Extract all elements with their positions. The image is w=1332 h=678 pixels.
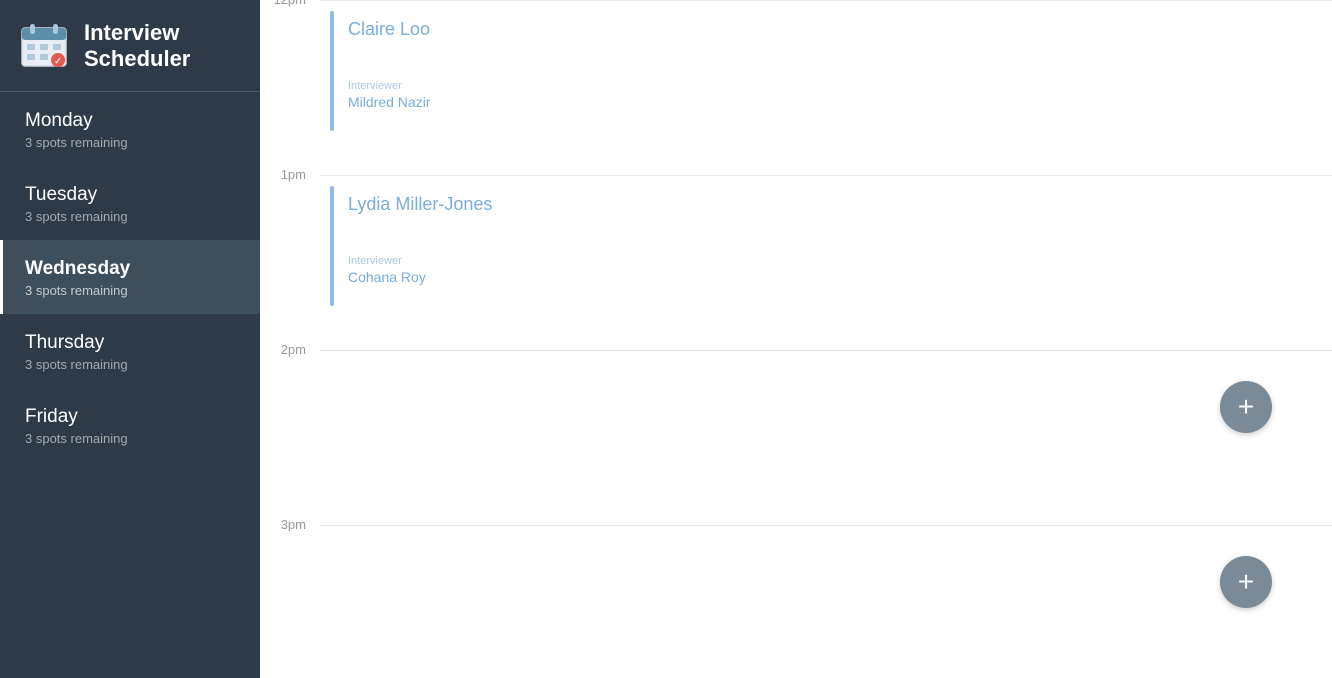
event-bar bbox=[330, 11, 334, 131]
interviewer-label-claire: Interviewer bbox=[348, 80, 430, 92]
svg-text:✓: ✓ bbox=[54, 56, 62, 66]
time-label-2pm: 2pm bbox=[260, 342, 320, 357]
time-slot-1pm: 1pm Lydia Miller-Jones Interviewer Cohan… bbox=[260, 175, 1332, 350]
time-slot-12pm: 12pm Claire Loo Interviewer Mildred Nazi… bbox=[260, 0, 1332, 175]
add-interview-button-2pm[interactable]: + bbox=[1220, 381, 1272, 433]
sidebar-item-monday[interactable]: Monday 3 spots remaining bbox=[0, 92, 260, 166]
event-details-lydia: Lydia Miller-Jones Interviewer Cohana Ro… bbox=[348, 186, 492, 306]
event-card-lydia: Lydia Miller-Jones Interviewer Cohana Ro… bbox=[330, 186, 1302, 306]
interviewer-name-lydia: Cohana Roy bbox=[348, 269, 492, 285]
time-label-1pm: 1pm bbox=[260, 167, 320, 182]
interviewer-name-claire: Mildred Nazir bbox=[348, 94, 430, 110]
time-label-12pm: 12pm bbox=[260, 0, 320, 7]
app-header: ✓ Interview Scheduler bbox=[0, 0, 260, 92]
time-label-3pm: 3pm bbox=[260, 517, 320, 532]
event-details-claire: Claire Loo Interviewer Mildred Nazir bbox=[348, 11, 430, 131]
time-content-3pm: + bbox=[320, 525, 1332, 678]
plus-icon: + bbox=[1238, 391, 1254, 423]
sidebar: ✓ Interview Scheduler Monday 3 spots rem… bbox=[0, 0, 260, 678]
timeline: 12pm Claire Loo Interviewer Mildred Nazi… bbox=[260, 0, 1332, 678]
event-card-claire: Claire Loo Interviewer Mildred Nazir bbox=[330, 11, 1302, 131]
plus-icon-3pm: + bbox=[1238, 566, 1254, 598]
add-interview-button-3pm[interactable]: + bbox=[1220, 556, 1272, 608]
sidebar-item-tuesday[interactable]: Tuesday 3 spots remaining bbox=[0, 166, 260, 240]
time-content-1pm: Lydia Miller-Jones Interviewer Cohana Ro… bbox=[320, 175, 1332, 350]
event-bar-lydia bbox=[330, 186, 334, 306]
time-content-12pm: Claire Loo Interviewer Mildred Nazir bbox=[320, 0, 1332, 175]
time-slot-3pm: 3pm + bbox=[260, 525, 1332, 678]
time-slot-2pm: 2pm + bbox=[260, 350, 1332, 525]
calendar-icon: ✓ bbox=[18, 20, 70, 72]
sidebar-item-friday[interactable]: Friday 3 spots remaining bbox=[0, 388, 260, 462]
sidebar-item-thursday[interactable]: Thursday 3 spots remaining bbox=[0, 314, 260, 388]
time-content-2pm: + bbox=[320, 350, 1332, 525]
event-name-lydia[interactable]: Lydia Miller-Jones bbox=[348, 194, 492, 215]
day-navigation: Monday 3 spots remaining Tuesday 3 spots… bbox=[0, 92, 260, 678]
main-content: 12pm Claire Loo Interviewer Mildred Nazi… bbox=[260, 0, 1332, 678]
sidebar-item-wednesday[interactable]: Wednesday 3 spots remaining bbox=[0, 240, 260, 314]
interviewer-label-lydia: Interviewer bbox=[348, 255, 492, 267]
app-title: Interview Scheduler bbox=[84, 20, 190, 73]
event-name-claire[interactable]: Claire Loo bbox=[348, 19, 430, 40]
